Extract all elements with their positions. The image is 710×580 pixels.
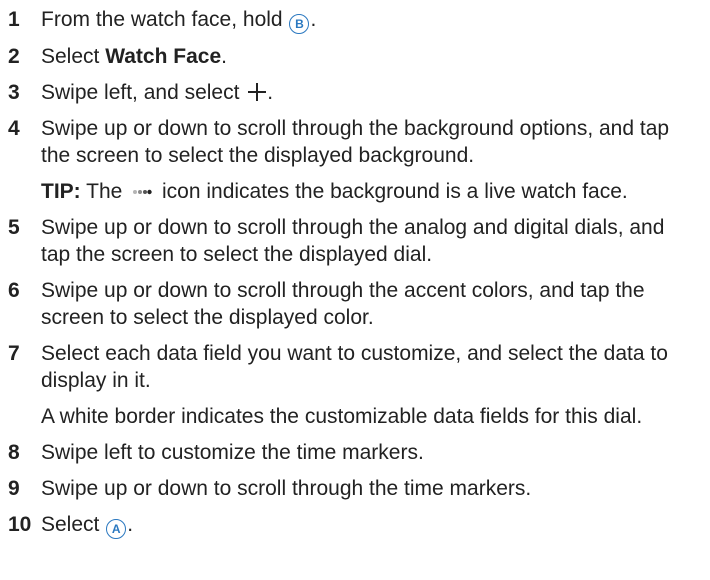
live-watch-face-icon	[133, 189, 152, 195]
step-text: Swipe up or down to scroll through the a…	[41, 279, 645, 329]
step-4: 4 Swipe up or down to scroll through the…	[8, 115, 698, 205]
step-number: 6	[8, 279, 20, 302]
step-text: Select each data field you want to custo…	[41, 340, 698, 430]
step-number: 3	[8, 81, 20, 104]
step-9: 9 Swipe up or down to scroll through the…	[8, 475, 698, 502]
step-3: 3 Swipe left, and select .	[8, 79, 698, 106]
button-b-icon: B	[289, 14, 310, 34]
instruction-list: 1 From the watch face, hold B. 2 Select …	[8, 6, 698, 539]
tip-text: TIP: The icon indicates the background i…	[41, 180, 628, 203]
step-7: 7 Select each data field you want to cus…	[8, 340, 698, 430]
step-text: Select Watch Face.	[41, 45, 227, 68]
step-number: 2	[8, 45, 20, 68]
step-text: From the watch face, hold B.	[41, 6, 698, 34]
button-a-icon: A	[106, 519, 127, 539]
step-1: 1 From the watch face, hold B.	[8, 6, 698, 34]
step-number: 10	[8, 513, 32, 536]
step-number: 9	[8, 477, 20, 500]
step-2: 2 Select Watch Face.	[8, 43, 698, 70]
step-6: 6 Swipe up or down to scroll through the…	[8, 277, 698, 331]
plus-icon	[248, 83, 267, 101]
step-number: 5	[8, 216, 20, 239]
step-number: 8	[8, 441, 20, 464]
step-text: Swipe left to customize the time markers…	[41, 441, 424, 464]
step-number: 1	[8, 8, 20, 31]
step-10: 10 Select A.	[8, 511, 698, 539]
tip-label: TIP:	[41, 180, 81, 203]
step-text: Swipe up or down to scroll through the t…	[41, 477, 532, 500]
step-note: A white border indicates the customizabl…	[41, 405, 643, 428]
step-number: 7	[8, 342, 20, 365]
step-text: Swipe up or down to scroll through the b…	[41, 115, 698, 205]
step-5: 5 Swipe up or down to scroll through the…	[8, 214, 698, 268]
step-text: Swipe left, and select .	[41, 81, 274, 104]
step-text: Select A.	[41, 511, 698, 539]
step-8: 8 Swipe left to customize the time marke…	[8, 439, 698, 466]
step-number: 4	[8, 117, 20, 140]
step-text: Swipe up or down to scroll through the a…	[41, 216, 665, 266]
menu-option-name: Watch Face	[105, 45, 222, 68]
